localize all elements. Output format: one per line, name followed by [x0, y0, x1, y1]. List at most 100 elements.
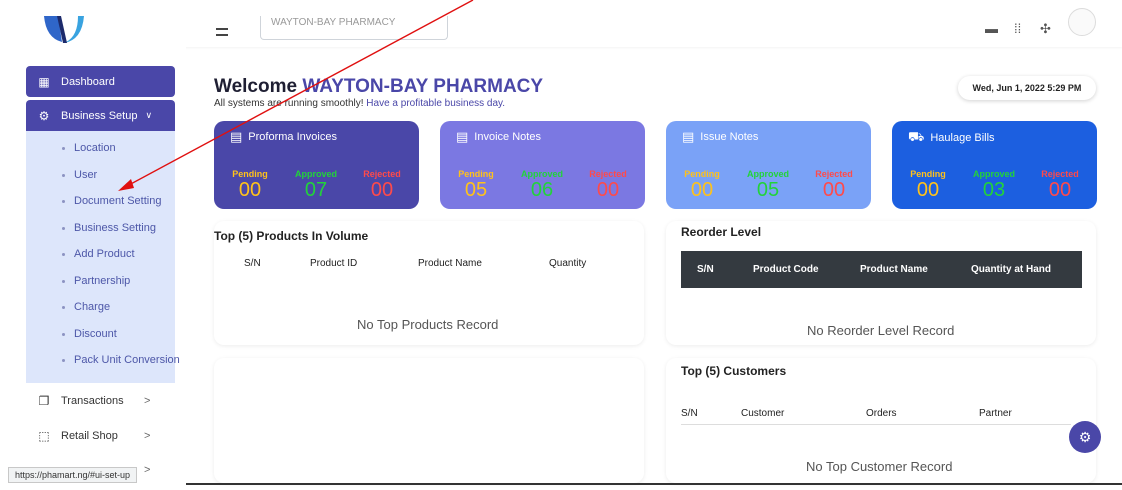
column-header: Orders	[866, 408, 897, 419]
stat-rejected: Rejected 00	[352, 169, 412, 201]
card-title: ▤ Issue Notes	[682, 129, 759, 144]
empty-state: No Reorder Level Record	[807, 323, 955, 338]
store-select[interactable]: WAYTON-BAY PHARMACY	[260, 16, 448, 40]
stat-approved: Approved 03	[964, 169, 1024, 201]
sidebar-item-label: Retail Shop	[61, 430, 118, 442]
chevron-right-icon: >	[144, 430, 151, 442]
empty-state: No Top Customer Record	[806, 459, 953, 474]
gear-icon: ⚙	[38, 108, 50, 123]
truck-icon: ⛟	[908, 129, 925, 144]
stat-label: Pending	[684, 169, 720, 179]
stat-value: 00	[238, 179, 262, 201]
stat-label: Rejected	[815, 169, 853, 179]
stat-value: 00	[370, 179, 394, 201]
column-header: Quantity at Hand	[971, 264, 1052, 275]
column-header: S/N	[244, 258, 261, 269]
panel-title: Top (5) Products In Volume	[214, 229, 369, 243]
document-icon: ▤	[456, 129, 469, 144]
stat-pending: Pending 00	[220, 169, 280, 201]
submenu-item-user[interactable]: User	[26, 165, 175, 185]
top-customers-panel: Top (5) Customers S/N Customer Orders Pa…	[666, 358, 1096, 483]
column-header: Product Code	[753, 264, 819, 275]
grid-icon[interactable]: ▬	[985, 22, 998, 36]
submenu-item-business-setting[interactable]: Business Setting	[26, 218, 175, 238]
stat-rejected: Rejected 00	[804, 169, 864, 201]
copy-icon: ❐	[38, 394, 50, 408]
submenu-item-pack-unit-conversion[interactable]: Pack Unit Conversion	[26, 350, 180, 370]
submenu-item-location[interactable]: Location	[26, 138, 175, 158]
stat-value: 06	[530, 179, 554, 201]
column-header: Product ID	[310, 258, 358, 269]
stat-value: 00	[1048, 179, 1072, 201]
stat-label: Rejected	[363, 169, 401, 179]
sidebar-item-business-setup[interactable]: ⚙ Business Setup ∨	[26, 100, 175, 131]
submenu-item-partnership[interactable]: Partnership	[26, 271, 175, 291]
card-title: ▤ Proforma Invoices	[230, 129, 337, 144]
column-header: Product Name	[418, 258, 482, 269]
sidebar-item-retail-shop[interactable]: ⬚ Retail Shop >	[26, 425, 175, 447]
stat-approved: Approved 05	[738, 169, 798, 201]
apps-icon[interactable]: ⁞⁞	[1014, 22, 1021, 36]
stat-rejected: Rejected 00	[1030, 169, 1090, 201]
user-avatar[interactable]	[1068, 8, 1096, 36]
stat-label: Rejected	[1041, 169, 1079, 179]
submenu-item-discount[interactable]: Discount	[26, 324, 175, 344]
business-name: WAYTON-BAY PHARMACY	[302, 76, 544, 97]
page-subtitle: All systems are running smoothly! Have a…	[214, 98, 506, 109]
divider	[186, 483, 1122, 485]
stat-rejected: Rejected 00	[578, 169, 638, 201]
chevron-down-icon: ∨	[145, 110, 153, 120]
stat-card[interactable]: ▤ Invoice Notes Pending 05 Approved 06 Rejecte…	[440, 121, 645, 209]
stat-card[interactable]: ▤ Proforma Invoices Pending 00 Approved 07 Rej…	[214, 121, 419, 209]
bell-icon[interactable]: ✣	[1040, 22, 1051, 36]
stat-label: Pending	[458, 169, 494, 179]
document-icon: ▤	[682, 129, 695, 144]
sidebar-item-label: Business Setup	[61, 109, 138, 122]
column-header: Product Name	[860, 264, 928, 275]
stat-value: 00	[596, 179, 620, 201]
stat-label: Approved	[746, 169, 789, 179]
grid-icon: ▦	[38, 74, 50, 89]
stat-pending: Pending 05	[446, 169, 506, 201]
settings-fab-button[interactable]: ⚙	[1069, 421, 1101, 453]
card-title: ▤ Invoice Notes	[456, 129, 541, 144]
stat-value: 00	[916, 179, 940, 201]
sidebar-item-dashboard[interactable]: ▦ Dashboard	[26, 66, 175, 97]
document-icon: ▤	[230, 129, 243, 144]
stat-value: 05	[464, 179, 488, 201]
submenu-item-add-product[interactable]: Add Product	[26, 244, 175, 264]
stat-label: Rejected	[589, 169, 627, 179]
stat-value: 05	[756, 179, 780, 201]
submenu-item-document-setting[interactable]: Document Setting	[26, 191, 175, 211]
column-header: Customer	[741, 408, 785, 419]
status-bar-url: https://phamart.ng/#ui-set-up	[8, 467, 138, 483]
empty-state: No Top Products Record	[357, 317, 499, 332]
stat-value: 00	[690, 179, 714, 201]
business-setup-submenu: Location User Document Setting Business …	[26, 131, 180, 383]
column-header: Partner	[979, 408, 1012, 419]
top-bar: WAYTON-BAY PHARMACY ▬ ⁞⁞ ✣	[0, 0, 1122, 47]
stat-pending: Pending 00	[898, 169, 958, 201]
divider	[681, 424, 1071, 425]
stat-label: Approved	[520, 169, 563, 179]
app-logo[interactable]	[40, 16, 88, 46]
stat-value: 03	[982, 179, 1006, 201]
stat-approved: Approved 06	[512, 169, 572, 201]
sidebar-item-label: Dashboard	[61, 75, 115, 88]
stat-pending: Pending 00	[672, 169, 732, 201]
sidebar-item-transactions[interactable]: ❐ Transactions >	[26, 390, 175, 412]
stat-label: Pending	[910, 169, 946, 179]
stat-approved: Approved 07	[286, 169, 346, 201]
stat-label: Approved	[294, 169, 337, 179]
panel-title: Top (5) Customers	[681, 364, 787, 378]
stat-card[interactable]: ▤ Issue Notes Pending 00 Approved 05 Rejected 0…	[666, 121, 871, 209]
chevron-right-icon: >	[144, 464, 151, 476]
column-header: S/N	[697, 264, 714, 275]
column-header: S/N	[681, 408, 698, 419]
stat-card[interactable]: ⛟ Haulage Bills Pending 00 Approved 03 Rejecte…	[892, 121, 1097, 209]
card-title: ⛟ Haulage Bills	[908, 129, 995, 147]
menu-icon[interactable]	[216, 28, 228, 36]
column-header: Quantity	[549, 258, 587, 269]
page-title: Welcome WAYTON-BAY PHARMACY	[214, 76, 544, 97]
submenu-item-charge[interactable]: Charge	[26, 297, 175, 317]
